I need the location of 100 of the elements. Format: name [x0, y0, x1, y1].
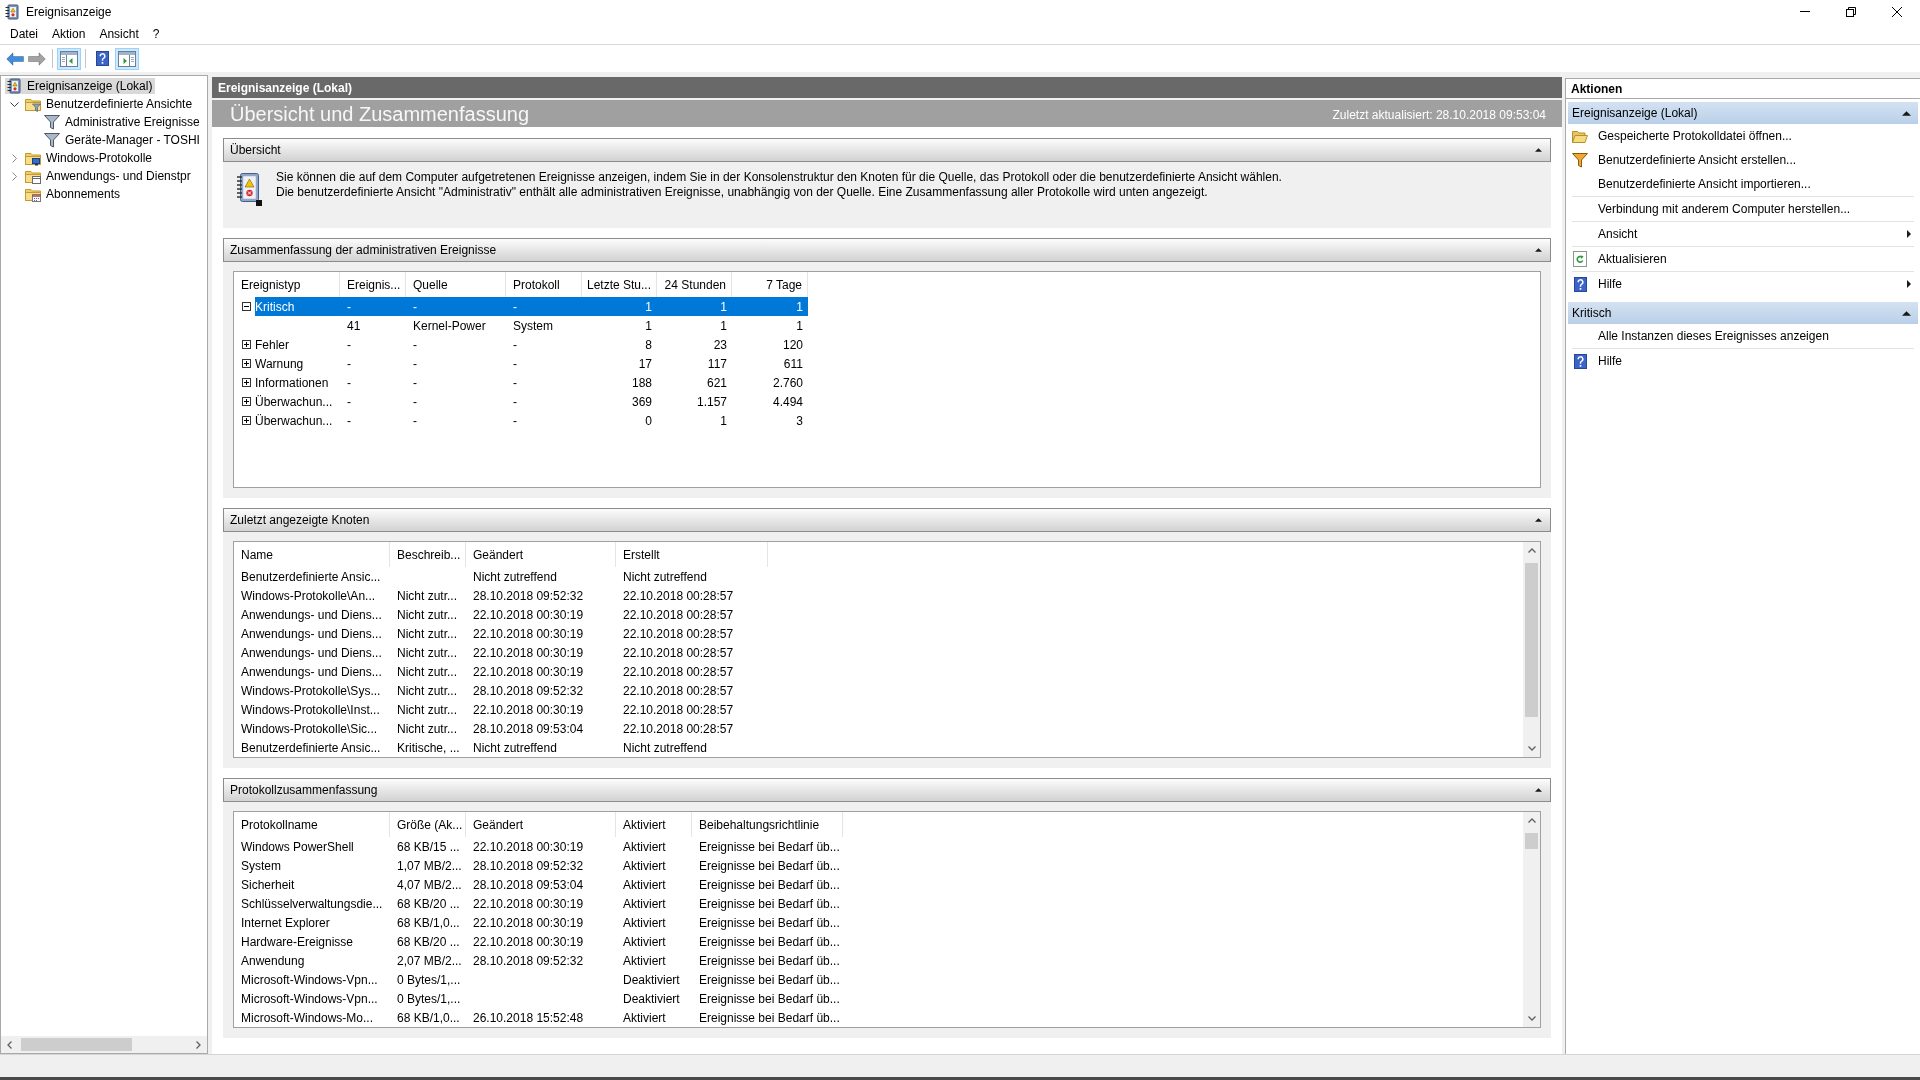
plus-box-icon[interactable]: [242, 340, 251, 349]
table-cell-text: 22.10.2018 00:28:57: [622, 644, 735, 662]
folder-calendar-icon: [25, 186, 41, 202]
chevron-left-icon[interactable]: [7, 1040, 12, 1049]
column-header[interactable]: Beibehaltungsrichtlinie: [692, 812, 843, 837]
menu-item[interactable]: Aktion: [45, 23, 93, 44]
table-cell-text: Nicht zutreffend: [472, 739, 558, 757]
triangle-up-icon[interactable]: [1535, 148, 1542, 152]
section-title: Ereignisanzeige (Lokal): [1572, 105, 1698, 122]
action-item[interactable]: Hilfe: [1566, 272, 1920, 296]
action-item[interactable]: Ansicht: [1566, 222, 1920, 246]
help-icon[interactable]: [96, 51, 109, 66]
table-cell-text: Aktiviert: [622, 952, 667, 970]
table-cell-text: 28.10.2018 09:53:04: [472, 720, 585, 738]
table-cell-text: Aktiviert: [622, 857, 667, 875]
table-cell-text: Nicht zutr...: [396, 644, 459, 662]
action-item[interactable]: Benutzerdefinierte Ansicht erstellen...: [1566, 148, 1920, 172]
column-header[interactable]: Erstellt: [616, 542, 768, 567]
close-icon[interactable]: [1892, 6, 1902, 17]
chevron-down-icon[interactable]: [1527, 746, 1536, 751]
chevron-right-icon[interactable]: [12, 171, 17, 181]
column-header[interactable]: Protokollname: [234, 812, 390, 837]
action-item[interactable]: Hilfe: [1566, 349, 1920, 373]
section-title: Kritisch: [1572, 305, 1612, 322]
triangle-up-icon[interactable]: [1535, 518, 1542, 522]
plus-box-icon[interactable]: [242, 378, 251, 387]
table-cell-text: Aktiviert: [622, 876, 667, 894]
column-header[interactable]: Aktiviert: [616, 812, 692, 837]
table-cell-text: -: [346, 336, 352, 354]
restore-icon[interactable]: [1846, 6, 1856, 17]
action-item[interactable]: Verbindung mit anderem Computer herstellen...: [1566, 197, 1920, 221]
plus-box-icon[interactable]: [242, 416, 251, 425]
triangle-up-icon[interactable]: [1535, 248, 1542, 252]
pane-toggle-button[interactable]: [115, 47, 139, 70]
table-cell-text: Windows PowerShell: [240, 838, 355, 856]
triangle-up-icon[interactable]: [1902, 110, 1911, 116]
table-cell-text: 117: [706, 355, 728, 373]
action-item[interactable]: Aktualisieren: [1566, 247, 1920, 271]
section-title: Übersicht: [230, 142, 281, 159]
table-cell-text: Deaktiviert: [622, 971, 681, 989]
funnel-icon: [44, 132, 60, 148]
table-cell-text: Aktiviert: [622, 1009, 667, 1027]
vertical-scrollbar[interactable]: [1523, 542, 1540, 757]
column-header[interactable]: Geändert: [466, 542, 616, 567]
triangle-up-icon[interactable]: [1902, 310, 1911, 316]
chevron-down-icon[interactable]: [1527, 1016, 1536, 1021]
table-cell-text: 41: [346, 317, 362, 335]
table-cell-text: 68 KB/20 ...: [396, 933, 461, 951]
table-cell-text: Anwendung: [240, 952, 306, 970]
table-cell-text: Kritisch: [255, 298, 296, 316]
table-cell-text: 22.10.2018 00:30:19: [472, 625, 585, 643]
pane-toggle-button[interactable]: [57, 47, 81, 70]
plus-box-icon[interactable]: [242, 397, 251, 406]
plus-box-icon[interactable]: [242, 359, 251, 368]
tree-item[interactable]: Ereignisanzeige (Lokal): [5, 78, 156, 94]
panel-title: Aktionen: [1571, 80, 1623, 98]
chevron-right-icon[interactable]: [12, 153, 17, 163]
table-cell-text: 22.10.2018 00:30:19: [472, 895, 585, 913]
menu-item[interactable]: ?: [145, 23, 167, 44]
pane-title: Ereignisanzeige (Lokal): [218, 79, 353, 97]
notebook-warning-icon: [6, 78, 22, 94]
horizontal-scrollbar[interactable]: [1, 1036, 207, 1053]
table-cell-text: 2,07 MB/2...: [396, 952, 463, 970]
table-cell-text: 4,07 MB/2...: [396, 876, 463, 894]
table-cell-text: 120: [781, 336, 804, 354]
table-cell-text: Überwachun...: [255, 393, 334, 411]
table-cell-text: Nicht zutr...: [396, 663, 459, 681]
table-cell-text: Microsoft-Windows-Vpn...: [240, 990, 379, 1008]
selected-row[interactable]: Kritisch - - - 1 1 1: [255, 297, 808, 316]
menu-item[interactable]: Ansicht: [92, 23, 146, 44]
column-header[interactable]: Name: [234, 542, 390, 567]
left-arrow-icon[interactable]: [6, 51, 24, 66]
table-cell-text: 26.10.2018 15:52:48: [472, 1009, 585, 1027]
chevron-down-icon[interactable]: [10, 101, 19, 107]
column-header[interactable]: Größe (Ak...: [390, 812, 466, 837]
table-cell-text: Windows-Protokolle\Sys...: [240, 682, 382, 700]
chevron-right-icon[interactable]: [196, 1040, 201, 1049]
window-pane-icon: [60, 50, 78, 67]
scrollbar-thumb[interactable]: [21, 1038, 132, 1051]
action-item[interactable]: Benutzerdefinierte Ansicht importieren...: [1566, 172, 1920, 196]
scrollbar-thumb[interactable]: [1525, 833, 1538, 849]
tree-item[interactable]: Anwendungs- und Dienstpr: [24, 168, 194, 184]
minus-box-icon[interactable]: [242, 302, 251, 311]
table-cell-text: Internet Explorer: [240, 914, 331, 932]
menu-item[interactable]: Datei: [3, 23, 45, 44]
table-cell-text: Nicht zutr...: [396, 701, 459, 719]
column-header[interactable]: Geändert: [466, 812, 616, 837]
table-cell-text: Nicht zutreffend: [622, 568, 708, 586]
column-header[interactable]: Beschreib...: [390, 542, 466, 567]
chevron-up-icon[interactable]: [1527, 818, 1536, 823]
scrollbar-thumb[interactable]: [1525, 563, 1538, 717]
action-item[interactable]: Alle Instanzen dieses Ereignisses anzeigen: [1566, 324, 1920, 348]
table-cell-text: 1: [719, 317, 728, 335]
action-item[interactable]: Gespeicherte Protokolldatei öffnen...: [1566, 124, 1920, 148]
table-cell-text: 1,07 MB/2...: [396, 857, 463, 875]
vertical-scrollbar[interactable]: [1523, 812, 1540, 1027]
table-cell-text: Fehler: [255, 336, 290, 354]
triangle-up-icon[interactable]: [1535, 788, 1542, 792]
tree-item[interactable]: Administrative Ereignisse: [43, 114, 203, 130]
chevron-up-icon[interactable]: [1527, 548, 1536, 553]
